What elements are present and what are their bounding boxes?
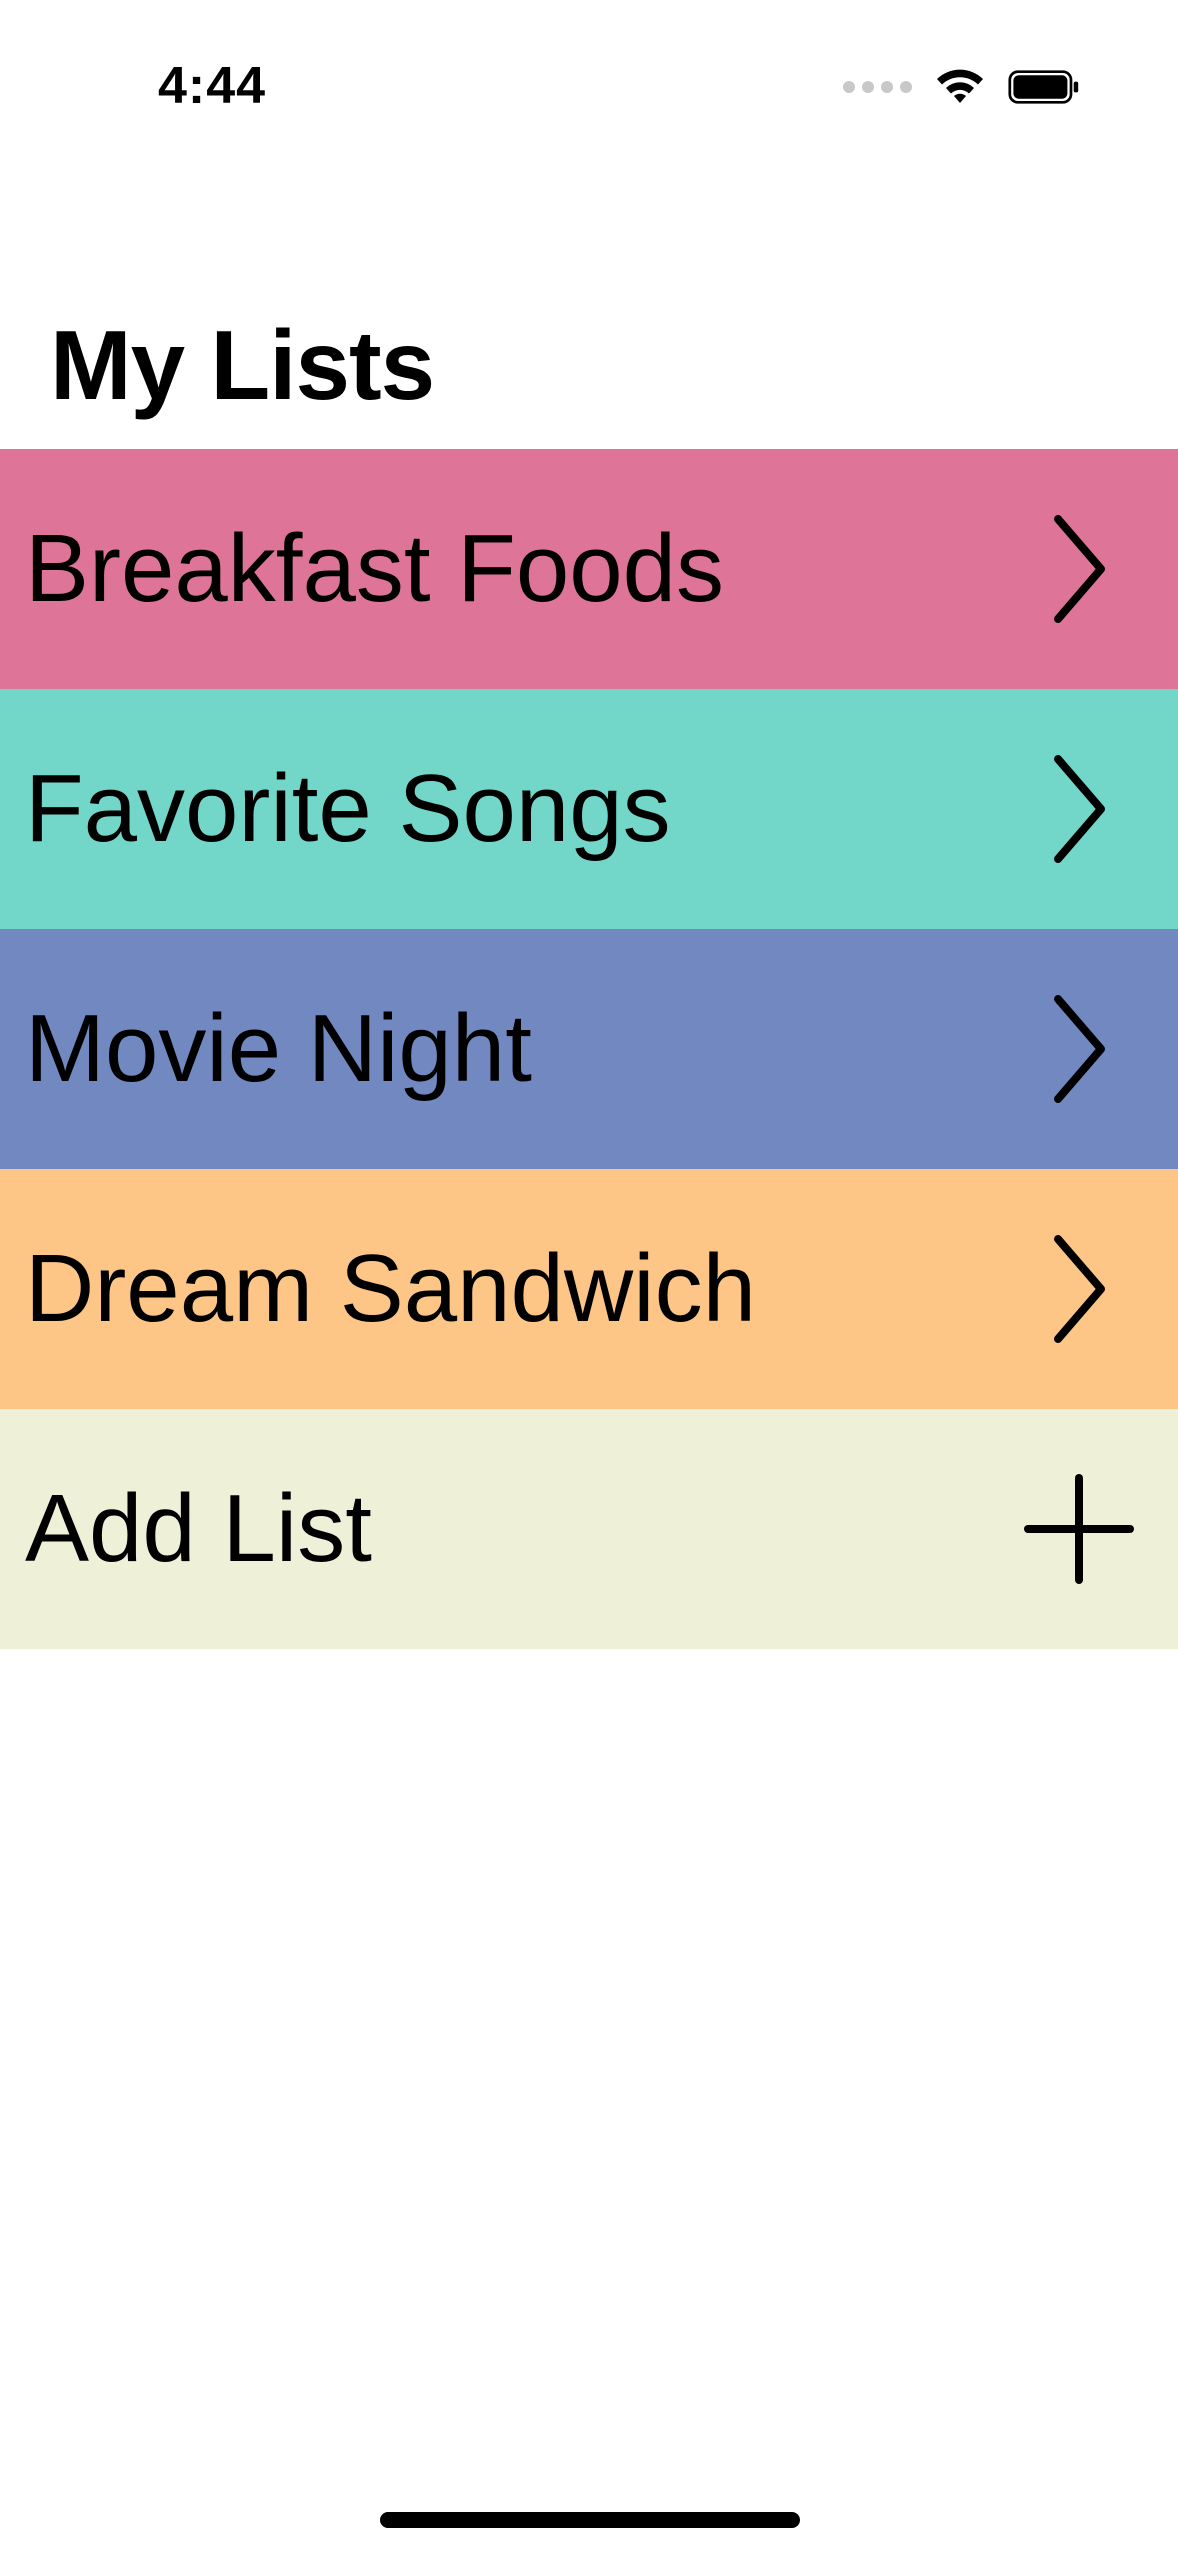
page-title: My Lists — [50, 310, 435, 420]
list-item-movie-night[interactable]: Movie Night — [0, 929, 1178, 1169]
list-item-label: Favorite Songs — [25, 755, 671, 862]
list-item-breakfast-foods[interactable]: Breakfast Foods — [0, 449, 1178, 689]
chevron-right-icon — [1046, 749, 1116, 869]
cellular-signal-icon — [843, 81, 912, 93]
status-bar: 4:44 — [0, 0, 1178, 175]
chevron-right-icon — [1046, 989, 1116, 1109]
status-icons — [843, 62, 1080, 112]
screen: 4:44 My Lists Breakfast Foods Favorite S… — [0, 0, 1178, 2556]
battery-icon — [1008, 70, 1079, 104]
list-item-dream-sandwich[interactable]: Dream Sandwich — [0, 1169, 1178, 1409]
home-indicator[interactable] — [380, 2512, 800, 2528]
wifi-icon — [937, 69, 983, 103]
list-item-label: Breakfast Foods — [25, 515, 724, 622]
status-time: 4:44 — [158, 57, 267, 115]
list-item-favorite-songs[interactable]: Favorite Songs — [0, 689, 1178, 929]
lists: Breakfast Foods Favorite Songs Movie Nig… — [0, 449, 1178, 1649]
list-item-label: Movie Night — [25, 995, 532, 1102]
add-list-button[interactable]: Add List — [0, 1409, 1178, 1649]
add-list-label: Add List — [25, 1475, 372, 1582]
chevron-right-icon — [1046, 1229, 1116, 1349]
list-item-label: Dream Sandwich — [25, 1235, 756, 1342]
plus-icon — [1024, 1474, 1134, 1584]
chevron-right-icon — [1046, 509, 1116, 629]
